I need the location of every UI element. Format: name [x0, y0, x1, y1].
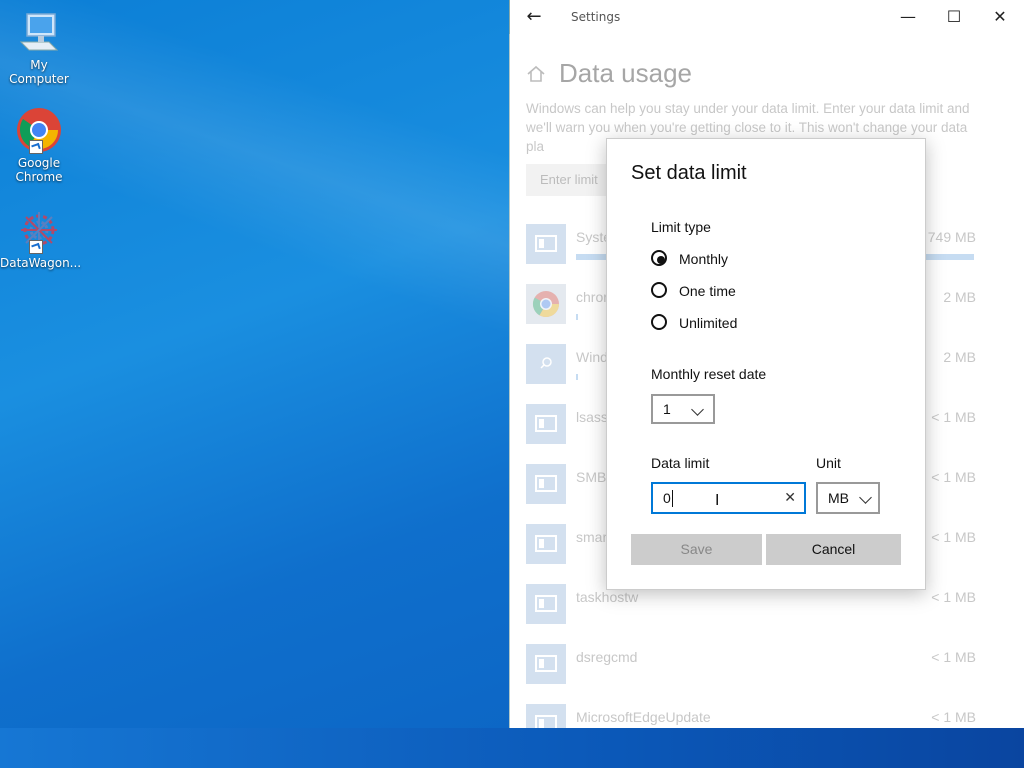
- shortcut-arrow-icon: [29, 240, 43, 254]
- reset-date-label: Monthly reset date: [651, 366, 767, 382]
- shortcut-arrow-icon: [29, 140, 43, 154]
- minimize-button[interactable]: —: [886, 4, 930, 30]
- desktop-icon-label: My Computer: [9, 58, 69, 86]
- unit-dropdown[interactable]: MB: [816, 482, 880, 514]
- radio-label: Unlimited: [679, 315, 738, 331]
- close-button[interactable]: ✕: [978, 4, 1022, 30]
- maximize-button[interactable]: ☐: [932, 4, 976, 30]
- radio-empty-icon: [651, 282, 667, 298]
- close-icon: ✕: [993, 7, 1007, 26]
- desktop-bottom-strip: [0, 728, 1024, 768]
- desktop-icon-label: DataWagon...: [0, 256, 82, 270]
- reset-date-value: 1: [663, 401, 671, 417]
- radio-label: One time: [679, 283, 736, 299]
- text-caret: [672, 490, 673, 507]
- clear-icon[interactable]: ✕: [784, 489, 796, 506]
- desktop-icon-label: Chrome: [15, 170, 63, 184]
- cancel-button[interactable]: Cancel: [766, 534, 901, 565]
- dialog-title: Set data limit: [631, 162, 747, 184]
- data-limit-value: 0: [663, 490, 671, 506]
- computer-icon: [15, 8, 63, 56]
- radio-label: Monthly: [679, 251, 729, 267]
- radio-selected-icon: [651, 250, 667, 266]
- unit-label: Unit: [816, 455, 841, 471]
- ibeam-cursor-icon: I: [715, 492, 720, 509]
- data-limit-label: Data limit: [651, 455, 710, 471]
- title-bar: ← Settings — ☐ ✕: [510, 0, 1024, 34]
- set-data-limit-dialog: Set data limit Limit type Monthly One ti…: [606, 138, 926, 590]
- window-title: Settings: [571, 10, 621, 24]
- maximize-icon: ☐: [946, 7, 962, 26]
- reset-date-dropdown[interactable]: 1: [651, 394, 715, 424]
- save-button[interactable]: Save: [631, 534, 762, 565]
- datawagon-icon: [15, 206, 63, 254]
- desktop-icon-label: Google: [17, 156, 61, 170]
- unit-value: MB: [828, 490, 849, 506]
- chrome-icon: [15, 106, 63, 154]
- desktop-icon-datawagon[interactable]: DataWagon...: [0, 206, 82, 270]
- limit-type-label: Limit type: [651, 219, 711, 235]
- chevron-down-icon: [859, 491, 872, 504]
- chevron-down-icon: [691, 403, 704, 416]
- desktop-icon-my-computer[interactable]: My Computer: [0, 8, 78, 86]
- radio-empty-icon: [651, 314, 667, 330]
- data-limit-input[interactable]: 0 I ✕: [651, 482, 806, 514]
- back-button[interactable]: ←: [522, 6, 546, 28]
- minimize-icon: —: [900, 7, 916, 26]
- desktop-icon-google-chrome[interactable]: Google Chrome: [0, 106, 78, 184]
